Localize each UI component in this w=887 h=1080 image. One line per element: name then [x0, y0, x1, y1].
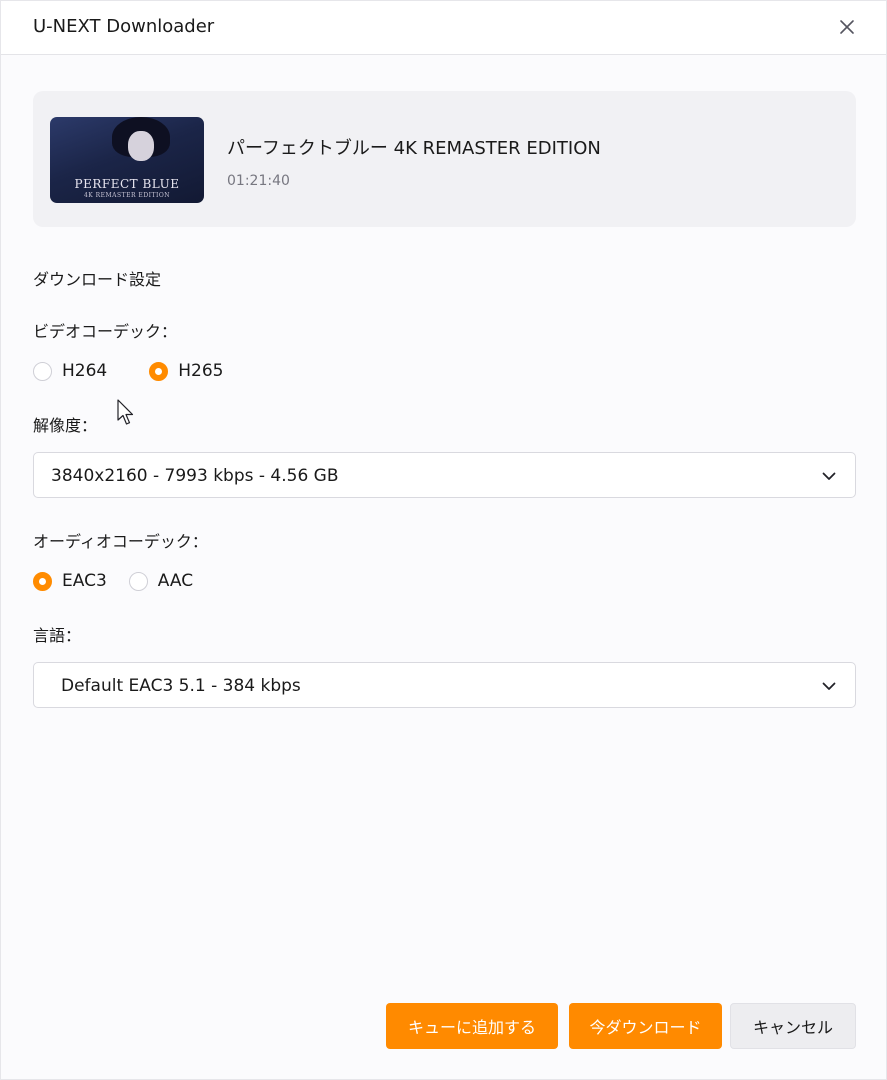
video-codec-label: ビデオコーデック：	[33, 322, 178, 341]
add-to-queue-button[interactable]: キューに追加する	[386, 1003, 558, 1049]
language-selected-value: Default EAC3 5.1 - 384 kbps	[61, 676, 301, 696]
radio-label-h264: H264	[62, 361, 108, 381]
radio-label-h265: H265	[178, 361, 224, 381]
radio-label-eac3: EAC3	[62, 571, 107, 591]
resolution-selected-value: 3840x2160 - 7993 kbps - 4.56 GB	[51, 466, 339, 486]
radio-button-aac[interactable]	[128, 571, 148, 591]
media-thumbnail: PERFECT BLUE 4K REMASTER EDITION	[50, 117, 204, 203]
title-bar: U-NEXT Downloader	[1, 1, 886, 55]
radio-button-eac3[interactable]	[33, 571, 52, 591]
audio-codec-radio-group: EAC3 AAC	[33, 571, 193, 591]
thumbnail-artwork-face	[128, 131, 154, 161]
radio-button-h264[interactable]	[33, 361, 52, 381]
chevron-down-icon	[822, 472, 836, 480]
video-codec-radio-group: H264 H265	[33, 361, 223, 381]
media-title: パーフェクトブルー 4K REMASTER EDITION	[227, 138, 601, 159]
mouse-cursor-icon	[117, 399, 134, 425]
thumbnail-subtitle: 4K REMASTER EDITION	[83, 192, 171, 199]
chevron-down-icon	[822, 682, 836, 690]
language-select[interactable]: Default EAC3 5.1 - 384 kbps	[33, 662, 856, 708]
resolution-label: 解像度：	[33, 416, 98, 435]
media-card: PERFECT BLUE 4K REMASTER EDITION パーフェクトブ…	[33, 91, 856, 227]
download-settings-heading: ダウンロード設定	[33, 270, 162, 289]
audio-codec-label: オーディオコーデック：	[33, 532, 208, 551]
resolution-select[interactable]: 3840x2160 - 7993 kbps - 4.56 GB	[33, 452, 856, 498]
close-button[interactable]	[833, 13, 861, 41]
download-now-button[interactable]: 今ダウンロード	[569, 1003, 722, 1049]
cancel-button[interactable]: キャンセル	[730, 1003, 856, 1049]
audio-codec-option-eac3[interactable]: EAC3	[33, 571, 107, 591]
download-dialog: U-NEXT Downloader PERFECT BLUE 4K REMAST…	[0, 0, 887, 1080]
window-title: U-NEXT Downloader	[33, 16, 215, 37]
video-codec-option-h265[interactable]: H265	[149, 361, 223, 381]
radio-button-h265[interactable]	[149, 361, 169, 381]
radio-label-aac: AAC	[157, 571, 194, 591]
audio-codec-option-aac[interactable]: AAC	[128, 571, 194, 591]
media-duration: 01:21:40	[227, 173, 290, 189]
thumbnail-title: PERFECT BLUE	[74, 177, 180, 191]
close-icon	[840, 20, 854, 34]
language-label: 言語：	[33, 626, 82, 645]
video-codec-option-h264[interactable]: H264	[33, 361, 107, 381]
